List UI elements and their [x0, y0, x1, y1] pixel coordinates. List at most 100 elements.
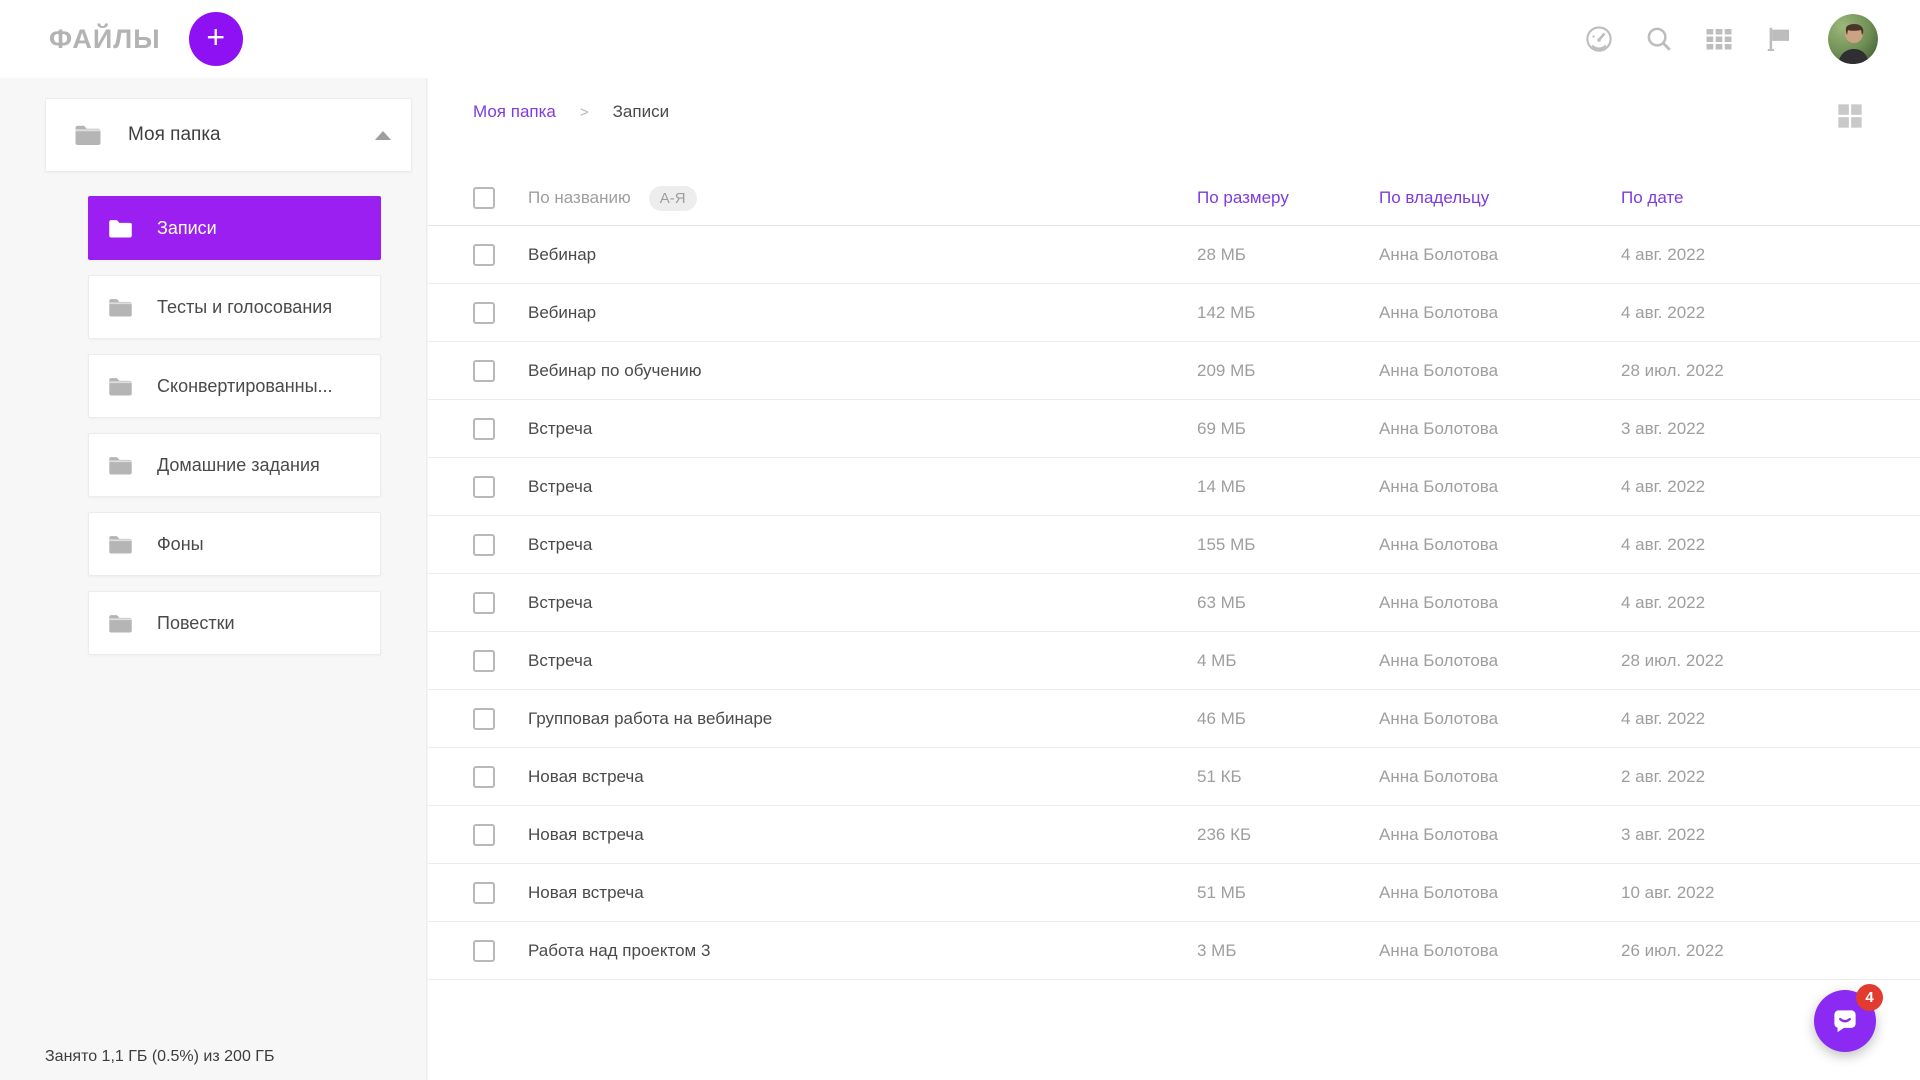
file-name[interactable]: Встреча: [528, 651, 1197, 671]
file-date: 4 авг. 2022: [1621, 708, 1706, 728]
file-name[interactable]: Групповая работа на вебинаре: [528, 709, 1197, 729]
file-size: 46 МБ: [1197, 708, 1246, 728]
sidebar-folder-label: Тесты и голосования: [157, 296, 333, 317]
sort-by-date-header[interactable]: По дате: [1621, 188, 1920, 208]
row-checkbox[interactable]: [473, 707, 495, 730]
main-content: Моя папка > Записи По названию А-Я По ра…: [428, 78, 1920, 1080]
file-owner: Анна Болотова: [1379, 708, 1499, 728]
alphabetical-sort-badge[interactable]: А-Я: [648, 185, 697, 211]
table-row[interactable]: Вебинар по обучению 209 МБ Анна Болотова…: [428, 342, 1920, 400]
file-date: 4 авг. 2022: [1621, 302, 1706, 322]
gauge-icon[interactable]: [1582, 22, 1616, 56]
file-owner: Анна Болотова: [1379, 882, 1499, 902]
sidebar-folder-item[interactable]: Повестки: [88, 591, 381, 655]
file-size: 28 МБ: [1197, 244, 1246, 264]
file-name[interactable]: Новая встреча: [528, 767, 1197, 787]
select-all-checkbox[interactable]: [473, 187, 495, 209]
table-row[interactable]: Встреча 63 МБ Анна Болотова 4 авг. 2022: [428, 574, 1920, 632]
file-date: 26 июл. 2022: [1621, 940, 1724, 960]
file-name[interactable]: Встреча: [528, 593, 1197, 613]
sort-by-size-header[interactable]: По размеру: [1197, 188, 1379, 208]
table-row[interactable]: Встреча 155 МБ Анна Болотова 4 авг. 2022: [428, 516, 1920, 574]
folder-select-dropdown[interactable]: Моя папка: [45, 98, 412, 172]
sidebar-folder-label: Домашние задания: [157, 454, 320, 475]
folder-icon: [73, 120, 103, 150]
folder-icon: [107, 215, 134, 242]
row-checkbox[interactable]: [473, 591, 495, 614]
sidebar: Моя папка Записи Тесты и голосования Ско…: [0, 78, 427, 1080]
file-owner: Анна Болотова: [1379, 476, 1499, 496]
row-checkbox[interactable]: [473, 765, 495, 788]
breadcrumb-parent-link[interactable]: Моя папка: [473, 102, 556, 122]
search-icon[interactable]: [1642, 22, 1676, 56]
file-owner: Анна Болотова: [1379, 302, 1499, 322]
row-checkbox[interactable]: [473, 533, 495, 556]
table-header-row: По названию А-Я По размеру По владельцу …: [428, 171, 1920, 226]
row-checkbox[interactable]: [473, 881, 495, 904]
folder-icon: [107, 452, 134, 479]
sidebar-folder-label: Записи: [157, 217, 217, 238]
table-row[interactable]: Работа над проектом 3 3 МБ Анна Болотова…: [428, 922, 1920, 980]
row-checkbox[interactable]: [473, 823, 495, 846]
breadcrumb-current: Записи: [612, 102, 670, 121]
breadcrumb: Моя папка > Записи: [473, 102, 669, 122]
row-checkbox[interactable]: [473, 417, 495, 440]
row-checkbox[interactable]: [473, 939, 495, 962]
table-row[interactable]: Вебинар 28 МБ Анна Болотова 4 авг. 2022: [428, 226, 1920, 284]
sort-by-name-header: По названию А-Я: [528, 185, 1197, 211]
folder-icon: [107, 373, 134, 400]
table-row[interactable]: Вебинар 142 МБ Анна Болотова 4 авг. 2022: [428, 284, 1920, 342]
table-row[interactable]: Групповая работа на вебинаре 46 МБ Анна …: [428, 690, 1920, 748]
chat-unread-badge: 4: [1856, 984, 1883, 1011]
row-checkbox[interactable]: [473, 649, 495, 672]
file-size: 51 МБ: [1197, 882, 1246, 902]
file-name[interactable]: Вебинар: [528, 245, 1197, 265]
sidebar-folder-item[interactable]: Домашние задания: [88, 433, 381, 497]
file-name[interactable]: Встреча: [528, 477, 1197, 497]
file-name[interactable]: Вебинар по обучению: [528, 361, 1197, 381]
table-row[interactable]: Новая встреча 236 КБ Анна Болотова 3 авг…: [428, 806, 1920, 864]
file-name[interactable]: Встреча: [528, 419, 1197, 439]
row-checkbox[interactable]: [473, 243, 495, 266]
apps-grid-icon[interactable]: [1702, 22, 1736, 56]
storage-info: Занято 1,1 ГБ (0.5%) из 200 ГБ: [45, 1048, 275, 1065]
file-date: 3 авг. 2022: [1621, 824, 1706, 844]
table-row[interactable]: Новая встреча 51 КБ Анна Болотова 2 авг.…: [428, 748, 1920, 806]
table-row[interactable]: Встреча 69 МБ Анна Болотова 3 авг. 2022: [428, 400, 1920, 458]
row-checkbox[interactable]: [473, 475, 495, 498]
sort-by-name-label[interactable]: По названию: [528, 188, 631, 208]
table-row[interactable]: Новая встреча 51 МБ Анна Болотова 10 авг…: [428, 864, 1920, 922]
table-row[interactable]: Встреча 14 МБ Анна Болотова 4 авг. 2022: [428, 458, 1920, 516]
folder-select-label: Моя папка: [128, 124, 221, 145]
sidebar-folder-item[interactable]: Сконвертированны...: [88, 354, 381, 418]
file-name[interactable]: Встреча: [528, 535, 1197, 555]
avatar[interactable]: [1828, 14, 1878, 64]
file-name[interactable]: Новая встреча: [528, 825, 1197, 845]
chevron-right-icon: >: [579, 103, 589, 121]
sidebar-folder-item[interactable]: Тесты и голосования: [88, 275, 381, 339]
file-name[interactable]: Новая встреча: [528, 883, 1197, 903]
topbar: ФАЙЛЫ +: [0, 0, 1920, 78]
sidebar-folder-list: Записи Тесты и голосования Сконвертирова…: [88, 181, 381, 655]
sidebar-folder-label: Фоны: [157, 533, 204, 554]
sidebar-folder-label: Сконвертированны...: [157, 375, 333, 396]
file-owner: Анна Болотова: [1379, 824, 1499, 844]
sidebar-folder-item[interactable]: Записи: [88, 196, 381, 260]
file-owner: Анна Болотова: [1379, 534, 1499, 554]
row-checkbox[interactable]: [473, 359, 495, 382]
chat-launcher-button[interactable]: 4: [1814, 984, 1883, 1052]
grid-view-toggle-icon[interactable]: [1836, 102, 1864, 130]
file-size: 4 МБ: [1197, 650, 1237, 670]
file-name[interactable]: Работа над проектом 3: [528, 941, 1197, 961]
add-file-button[interactable]: +: [188, 12, 243, 66]
sidebar-folder-label: Повестки: [157, 612, 235, 633]
file-date: 3 авг. 2022: [1621, 418, 1706, 438]
file-owner: Анна Болотова: [1379, 940, 1499, 960]
file-name[interactable]: Вебинар: [528, 303, 1197, 323]
sidebar-folder-item[interactable]: Фоны: [88, 512, 381, 576]
file-date: 4 авг. 2022: [1621, 244, 1706, 264]
row-checkbox[interactable]: [473, 301, 495, 324]
sort-by-owner-header[interactable]: По владельцу: [1379, 188, 1621, 208]
table-row[interactable]: Встреча 4 МБ Анна Болотова 28 июл. 2022: [428, 632, 1920, 690]
flag-icon[interactable]: [1762, 22, 1796, 56]
